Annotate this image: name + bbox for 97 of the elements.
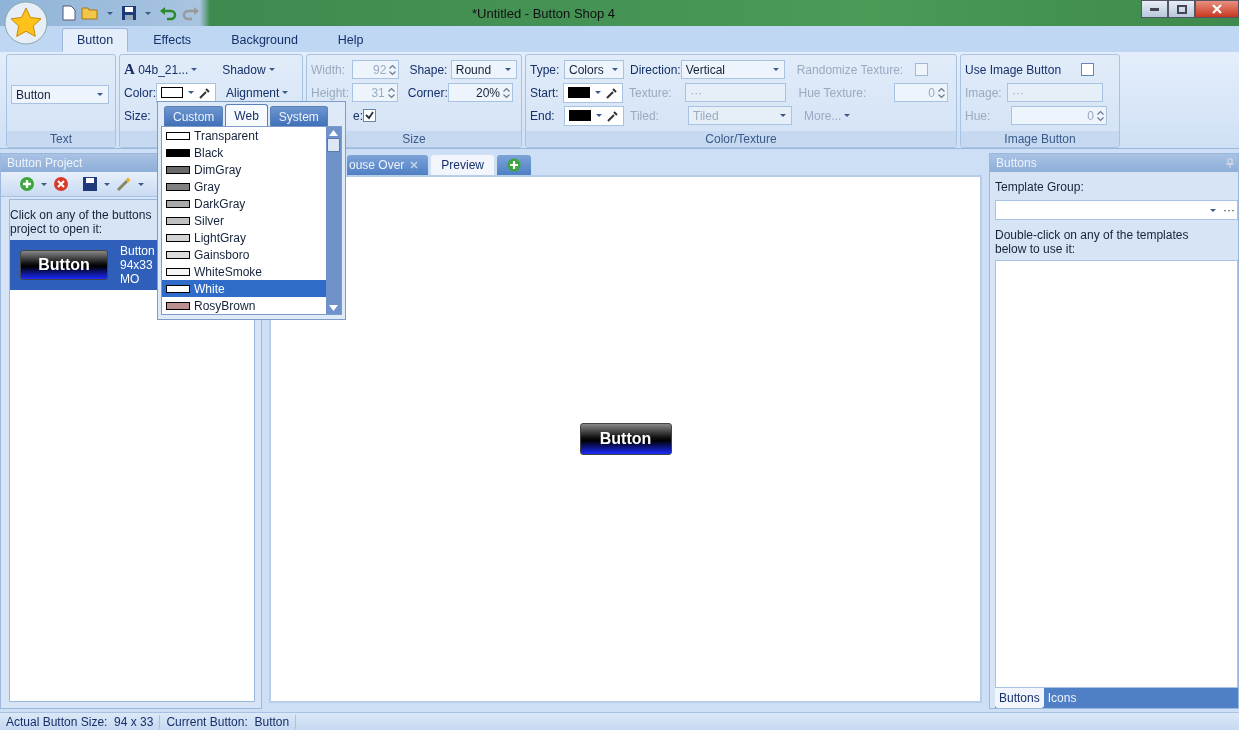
undo-icon[interactable] xyxy=(159,5,177,21)
status-text: Actual Button Size: 94 x 33 xyxy=(0,714,161,729)
caret-icon[interactable] xyxy=(107,11,113,15)
caret-icon[interactable] xyxy=(41,182,47,186)
ribbon-tab[interactable]: Background xyxy=(216,28,313,52)
caret-icon[interactable] xyxy=(138,182,144,186)
close-icon xyxy=(1212,4,1222,14)
color-picker-button[interactable] xyxy=(564,105,624,126)
group-label: Image Button xyxy=(961,131,1119,147)
close-icon[interactable] xyxy=(410,161,419,169)
minimize-button[interactable] xyxy=(1141,0,1168,18)
document-tab[interactable]: Preview xyxy=(431,155,495,175)
text-dropdown[interactable]: Button xyxy=(11,85,109,104)
spin-arrows-icon[interactable] xyxy=(1097,109,1104,122)
status-text: Current Button: Button xyxy=(160,714,297,729)
panel-tab[interactable]: Icons xyxy=(1043,688,1081,708)
field-label: Color: xyxy=(124,85,156,100)
field-label: Shape: xyxy=(409,62,449,77)
color-list-item[interactable]: RosyBrown xyxy=(162,297,326,314)
field-label: Template Group: xyxy=(995,180,1085,194)
save-icon[interactable] xyxy=(121,5,137,21)
field-label: Tiled: xyxy=(630,108,660,123)
maximize-icon xyxy=(1176,4,1187,14)
close-button[interactable] xyxy=(1195,0,1239,18)
template-group-dropdown[interactable]: ··· xyxy=(995,200,1238,220)
group-label: Color/Texture xyxy=(526,131,956,147)
delete-icon[interactable] xyxy=(53,176,69,192)
minimize-icon xyxy=(1150,7,1159,11)
maximize-button[interactable] xyxy=(1168,0,1195,18)
field-label: Type: xyxy=(530,62,561,77)
color-picker-button[interactable] xyxy=(563,82,623,103)
ribbon-tab[interactable]: Help xyxy=(322,28,379,52)
hint-text: Click on any of the buttons xyxy=(10,208,152,222)
field-label: Randomize Texture: xyxy=(796,62,904,77)
field-label: Hue Texture: xyxy=(798,85,868,100)
color-picker-tab[interactable]: Custom xyxy=(164,106,224,126)
font-dropdown[interactable]: A 04b_21... xyxy=(124,61,189,78)
field-label: Hue: xyxy=(965,108,992,123)
field-label: Height: xyxy=(311,85,351,100)
new-document-icon[interactable] xyxy=(62,5,76,21)
type-dropdown[interactable]: Colors xyxy=(564,60,624,79)
color-list-item[interactable]: White xyxy=(162,280,326,297)
shape-dropdown[interactable]: Round xyxy=(450,60,517,79)
direction-dropdown[interactable]: Vertical xyxy=(680,60,785,79)
ribbon-tab[interactable]: Button xyxy=(62,28,129,52)
field-label: Use Image Button xyxy=(965,62,1062,77)
spin-arrows-icon[interactable] xyxy=(503,86,510,99)
item-text: 94x33 xyxy=(120,258,154,272)
shadow-dropdown[interactable]: Shadow xyxy=(222,62,266,77)
eyedropper-icon xyxy=(199,86,211,99)
scroll-down-icon[interactable] xyxy=(329,305,338,311)
eyedropper-icon xyxy=(607,109,619,122)
checkbox[interactable] xyxy=(363,109,376,122)
color-list-item[interactable]: Silver xyxy=(162,212,326,229)
color-picker-tab[interactable]: System xyxy=(269,106,328,126)
color-list-item[interactable]: DarkGray xyxy=(162,195,326,212)
panel-tab[interactable]: Buttons xyxy=(995,688,1044,708)
field-label: e: xyxy=(353,108,363,123)
item-text: Button xyxy=(120,244,155,258)
field-label: Direction: xyxy=(630,62,681,77)
spin-arrows-icon[interactable] xyxy=(938,86,945,99)
caret-icon xyxy=(191,68,198,71)
eyedropper-icon xyxy=(606,86,618,99)
caret-icon[interactable] xyxy=(104,182,110,186)
color-picker-tab[interactable]: Web xyxy=(225,104,268,126)
hint-text: project to open it: xyxy=(10,222,103,236)
group-label: Text xyxy=(7,131,115,147)
field-label: Size: xyxy=(124,108,151,123)
caret-icon xyxy=(844,114,851,117)
hint-text: Double-click on any of the templates below to use it: xyxy=(995,228,1190,256)
field-label: Start: xyxy=(530,85,560,100)
item-text: MO xyxy=(120,272,141,286)
spin-arrows-icon[interactable] xyxy=(387,86,395,99)
field-label: Image: xyxy=(965,85,1003,100)
color-picker-button[interactable] xyxy=(156,82,216,103)
add-icon[interactable] xyxy=(19,176,35,192)
button-thumbnail: Button xyxy=(20,250,108,280)
field-label: Width: xyxy=(311,62,346,77)
scroll-thumb[interactable] xyxy=(327,138,340,152)
corner-spinbox[interactable]: 20% xyxy=(448,83,513,102)
panel-title: Buttons xyxy=(996,155,1037,172)
magic-wand-icon[interactable] xyxy=(116,176,132,192)
field-label: Texture: xyxy=(629,85,673,100)
alignment-dropdown[interactable]: Alignment xyxy=(226,85,280,100)
caret-icon xyxy=(282,91,289,94)
field-label: End: xyxy=(530,108,556,123)
scroll-up-icon[interactable] xyxy=(329,130,338,136)
field-label: Corner: xyxy=(407,85,449,100)
add-icon xyxy=(507,158,522,172)
add-tab-button[interactable] xyxy=(497,155,532,175)
scrollbar[interactable] xyxy=(326,127,341,314)
caret-icon[interactable] xyxy=(145,11,151,15)
save-icon[interactable] xyxy=(82,176,98,192)
caret-icon xyxy=(268,68,275,71)
window-title: *Untitled - Button Shop 4 xyxy=(472,5,616,21)
ribbon-tab[interactable]: Effects xyxy=(138,28,207,52)
color-list-item[interactable]: Gray xyxy=(162,178,326,195)
